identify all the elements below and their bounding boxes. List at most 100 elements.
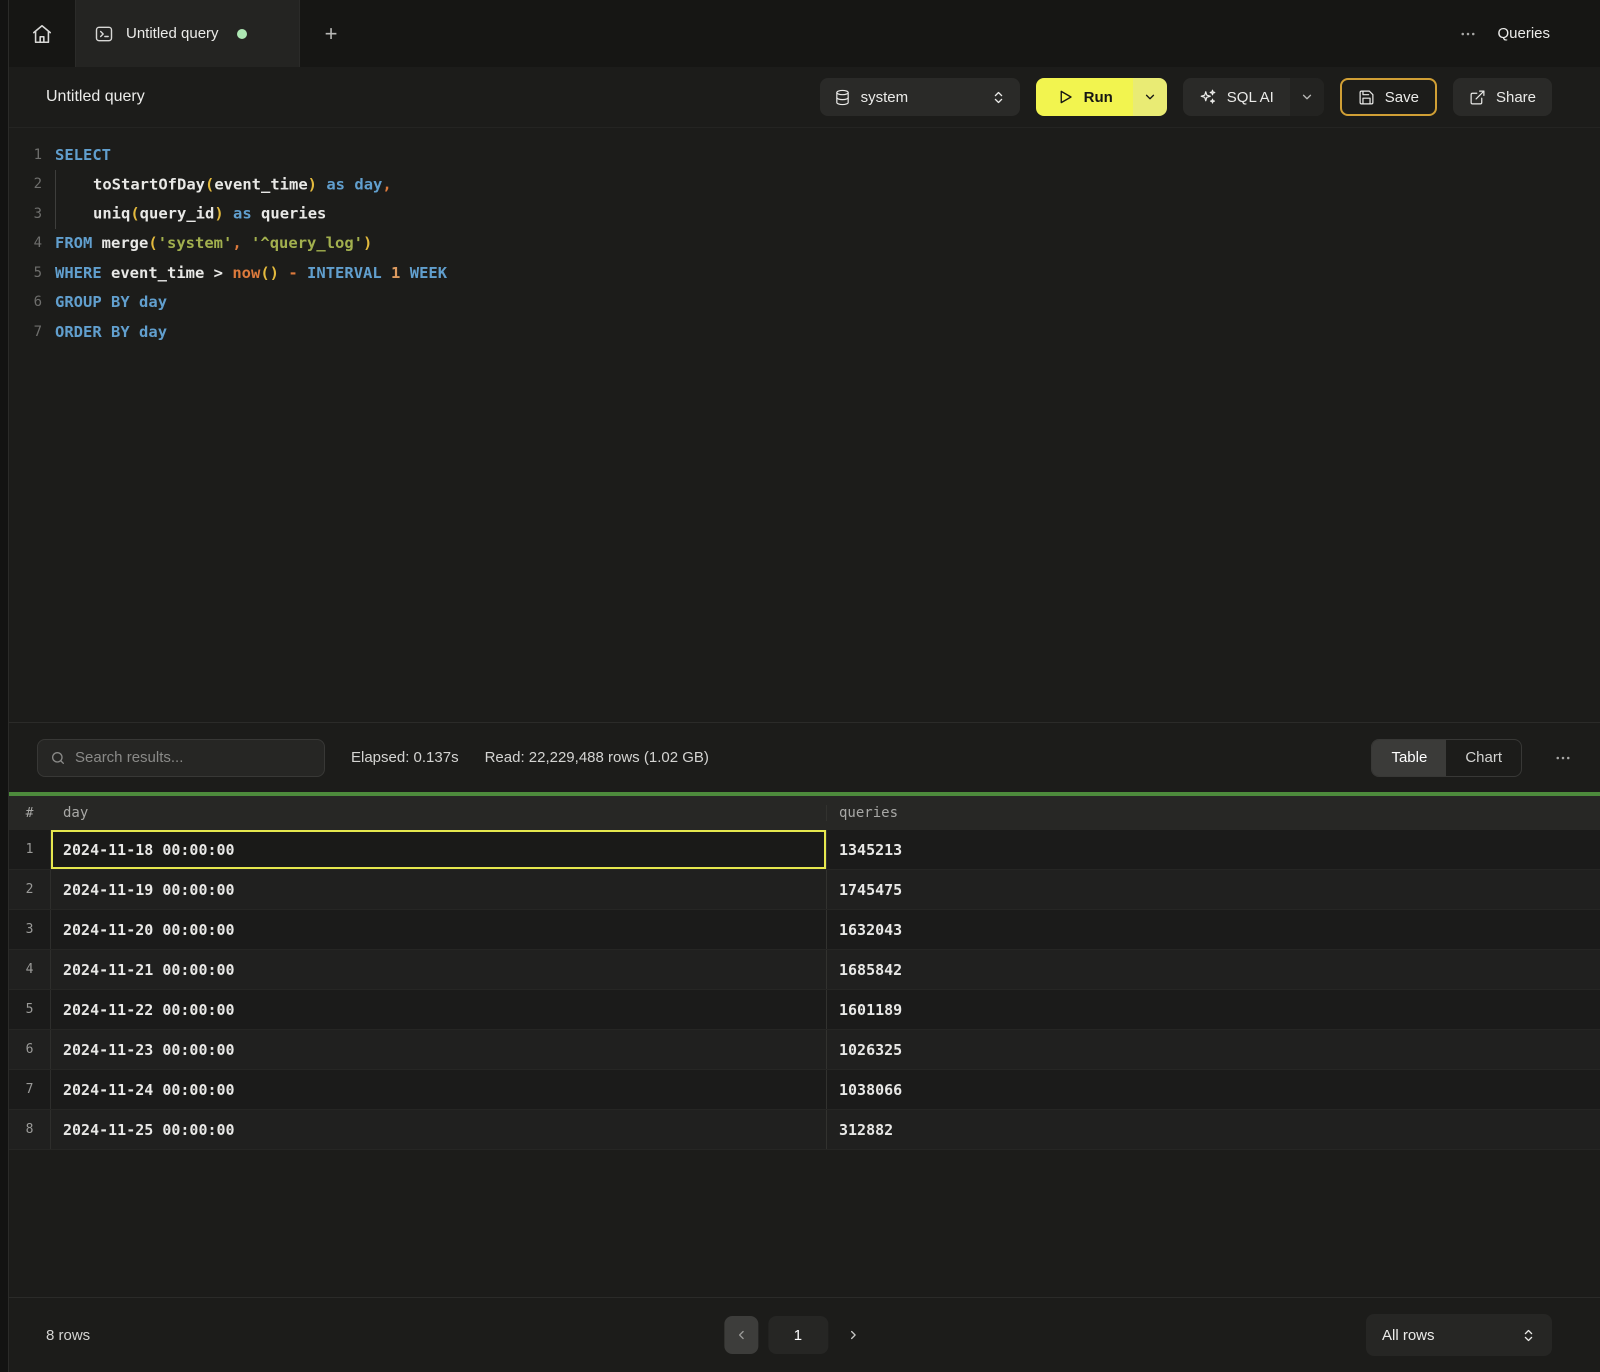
column-header-queries[interactable]: queries [827,805,1600,821]
save-button-label: Save [1385,89,1419,106]
row-number: 6 [9,1030,51,1069]
column-header-day[interactable]: day [51,805,827,821]
table-header-row: # day queries [9,796,1600,830]
pagination: 1 [724,1316,868,1354]
table-row[interactable]: 32024-11-20 00:00:001632043 [9,910,1600,950]
code-line: 7ORDER BY day [9,317,1600,347]
line-number: 5 [9,265,55,281]
run-dropdown-button[interactable] [1133,78,1167,116]
cell-day[interactable]: 2024-11-18 00:00:00 [51,830,827,869]
cell-day[interactable]: 2024-11-21 00:00:00 [51,950,827,989]
cell-queries[interactable]: 1632043 [827,910,1600,949]
code-line: 3uniq(query_id) as queries [9,199,1600,229]
home-button[interactable] [9,0,76,67]
row-count: 8 rows [46,1327,90,1344]
rows-per-page-value: All rows [1382,1327,1435,1344]
left-rail [0,0,9,1372]
search-results-input[interactable] [75,749,312,766]
results-more-options-icon[interactable] [1554,749,1572,767]
results-toolbar: Elapsed: 0.137s Read: 22,229,488 rows (1… [9,722,1600,792]
run-button[interactable]: Run [1036,78,1133,116]
table-row[interactable]: 52024-11-22 00:00:001601189 [9,990,1600,1030]
table-row[interactable]: 42024-11-21 00:00:001685842 [9,950,1600,990]
line-number: 3 [9,206,55,222]
read-stat: Read: 22,229,488 rows (1.02 GB) [485,749,709,766]
query-title: Untitled query [46,88,145,106]
line-number: 4 [9,235,55,251]
elapsed-stat: Elapsed: 0.137s [351,749,459,766]
cell-day[interactable]: 2024-11-25 00:00:00 [51,1110,827,1149]
sql-ai-label: SQL AI [1227,89,1274,106]
new-tab-button[interactable]: + [300,0,362,67]
terminal-icon [94,24,114,44]
queries-link[interactable]: Queries [1497,25,1550,42]
column-header-index: # [9,806,51,821]
code-line: 2toStartOfDay(event_time) as day, [9,170,1600,200]
tab-untitled-query[interactable]: Untitled query [76,0,300,67]
cell-day[interactable]: 2024-11-20 00:00:00 [51,910,827,949]
table-row[interactable]: 12024-11-18 00:00:001345213 [9,830,1600,870]
cell-queries[interactable]: 1685842 [827,950,1600,989]
line-number: 2 [9,176,55,192]
line-number: 6 [9,294,55,310]
table-row[interactable]: 62024-11-23 00:00:001026325 [9,1030,1600,1070]
cell-queries[interactable]: 1745475 [827,870,1600,909]
chevron-up-down-icon [1521,1328,1536,1343]
table-row[interactable]: 22024-11-19 00:00:001745475 [9,870,1600,910]
current-page-button[interactable]: 1 [768,1316,828,1354]
save-button[interactable]: Save [1340,78,1437,116]
cell-day[interactable]: 2024-11-24 00:00:00 [51,1070,827,1109]
sparkles-icon [1199,88,1217,106]
table-row[interactable]: 72024-11-24 00:00:001038066 [9,1070,1600,1110]
cell-queries[interactable]: 1026325 [827,1030,1600,1069]
line-number: 7 [9,324,55,340]
row-number: 3 [9,910,51,949]
home-icon [31,23,53,45]
share-button-label: Share [1496,89,1536,106]
sql-ai-dropdown-button[interactable] [1290,78,1324,116]
cell-queries[interactable]: 1601189 [827,990,1600,1029]
database-icon [834,89,851,106]
chevron-up-down-icon [991,90,1006,105]
view-toggle: Table Chart [1371,739,1522,777]
sql-ai-button[interactable]: SQL AI [1183,78,1290,116]
table-empty-area [9,1150,1600,1297]
tab-chart-view[interactable]: Chart [1446,740,1521,776]
row-number: 4 [9,950,51,989]
search-results-box [37,739,325,777]
results-table: # day queries 12024-11-18 00:00:00134521… [9,796,1600,1297]
share-icon [1469,89,1486,106]
row-number: 7 [9,1070,51,1109]
unsaved-dot-icon [237,29,247,39]
run-button-label: Run [1084,89,1113,106]
cell-queries[interactable]: 1038066 [827,1070,1600,1109]
run-button-group: Run [1036,78,1167,116]
sql-editor[interactable]: 1SELECT2toStartOfDay(event_time) as day,… [9,128,1600,722]
code-line: 1SELECT [9,140,1600,170]
code-line: 5WHERE event_time > now() - INTERVAL 1 W… [9,258,1600,288]
table-row[interactable]: 82024-11-25 00:00:00312882 [9,1110,1600,1150]
row-number: 2 [9,870,51,909]
row-number: 1 [9,830,51,869]
cell-day[interactable]: 2024-11-22 00:00:00 [51,990,827,1029]
app-window: Untitled query + Queries Untitled query [0,0,1600,1372]
cell-queries[interactable]: 1345213 [827,830,1600,869]
search-icon [50,750,66,766]
cell-day[interactable]: 2024-11-19 00:00:00 [51,870,827,909]
share-button[interactable]: Share [1453,78,1552,116]
more-options-icon[interactable] [1459,25,1477,43]
cell-queries[interactable]: 312882 [827,1110,1600,1149]
database-select[interactable]: system [820,78,1020,116]
play-icon [1056,88,1074,106]
line-number: 1 [9,147,55,163]
tab-table-view[interactable]: Table [1372,740,1446,776]
cell-day[interactable]: 2024-11-23 00:00:00 [51,1030,827,1069]
rows-per-page-select[interactable]: All rows [1366,1314,1552,1356]
query-header: Untitled query system [9,67,1600,128]
status-bar: 8 rows 1 All rows [9,1297,1600,1372]
previous-page-button[interactable] [724,1316,758,1354]
next-page-button[interactable] [838,1316,868,1354]
row-number: 8 [9,1110,51,1149]
tab-bar: Untitled query + Queries [9,0,1600,67]
chevron-down-icon [1143,90,1157,104]
